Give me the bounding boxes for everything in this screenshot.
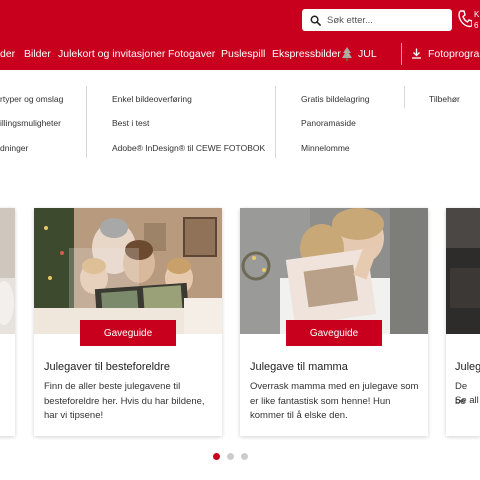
menu-divider [86,86,87,158]
main-navigation: der Bilder Julekort og invitasjoner Foto… [0,44,480,64]
card-partial-right[interactable]: Juleg De be Se all [446,208,480,436]
menu-item[interactable]: Adobe® InDesign® til CEWE FOTOBOK [112,143,265,153]
mega-menu: rtyper og omslag illingsmuligheter dning… [0,70,480,170]
nav-item-jul[interactable]: JUL [358,44,377,64]
card-title[interactable]: Juleg [455,361,480,373]
carousel-dot-3[interactable] [241,453,248,460]
menu-item[interactable]: rtyper og omslag [0,94,63,104]
carousel-dot-1[interactable] [213,453,220,460]
site-header: K 6 der Bilder Julekort og invitasjoner … [0,0,480,70]
card-julegaver-besteforeldre[interactable]: Gaveguide Julegaver til besteforeldre Fi… [34,208,222,436]
nav-item-der[interactable]: der [0,44,15,64]
card-image [240,208,428,334]
menu-divider [404,86,405,108]
card-title[interactable]: Julegaver til besteforeldre [44,361,170,373]
card-badge: Gaveguide [80,320,176,346]
phone-icon[interactable] [458,10,472,28]
phone-text-line-1: K [474,10,480,19]
download-icon [412,48,421,59]
card-julegave-mamma[interactable]: Gaveguide Julegave til mamma Overrask ma… [240,208,428,436]
card-description: Overrask mamma med en julegave som er li… [250,381,419,421]
menu-item[interactable]: Enkel bildeoverføring [112,94,192,104]
nav-item-bilder[interactable]: Bilder [24,44,51,64]
card-partial-left[interactable]: : [0,208,15,436]
nav-item-julekort[interactable]: Julekort og invitasjoner [58,44,165,64]
menu-item[interactable]: Best i test [112,118,149,128]
menu-item[interactable]: Tilbehør [429,94,460,104]
menu-divider [275,86,276,158]
nav-item-fotogaver[interactable]: Fotogaver [168,44,215,64]
card-description: Finn de aller beste julegavene til beste… [44,381,205,421]
christmas-tree-icon [342,47,352,61]
card-description: : [0,382,1,397]
menu-item[interactable]: illingsmuligheter [0,118,61,128]
search-input[interactable] [327,14,445,26]
search-icon [310,15,321,26]
nav-divider [401,43,402,65]
card-badge: Gaveguide [286,320,382,346]
carousel-dot-2[interactable] [227,453,234,460]
menu-item[interactable]: Panoramaside [301,118,356,128]
card-image [0,208,15,334]
phone-text: K 6 [474,9,479,31]
menu-item[interactable]: dninger [0,143,28,153]
phone-text-line-2: 6 [474,21,479,30]
menu-item[interactable]: Gratis bildelagring [301,94,370,104]
nav-item-ekspressbilder[interactable]: Ekspressbilder [272,44,341,64]
nav-item-fotoprogram[interactable]: Fotoprogram [428,44,480,64]
nav-item-puslespill[interactable]: Puslespill [221,44,265,64]
menu-item[interactable]: Minnelomme [301,143,350,153]
card-image [446,208,480,334]
card-title[interactable]: Julegave til mamma [250,361,348,373]
card-image [34,208,222,334]
card-description-line: Se all [455,395,479,406]
search-box[interactable] [302,9,452,31]
